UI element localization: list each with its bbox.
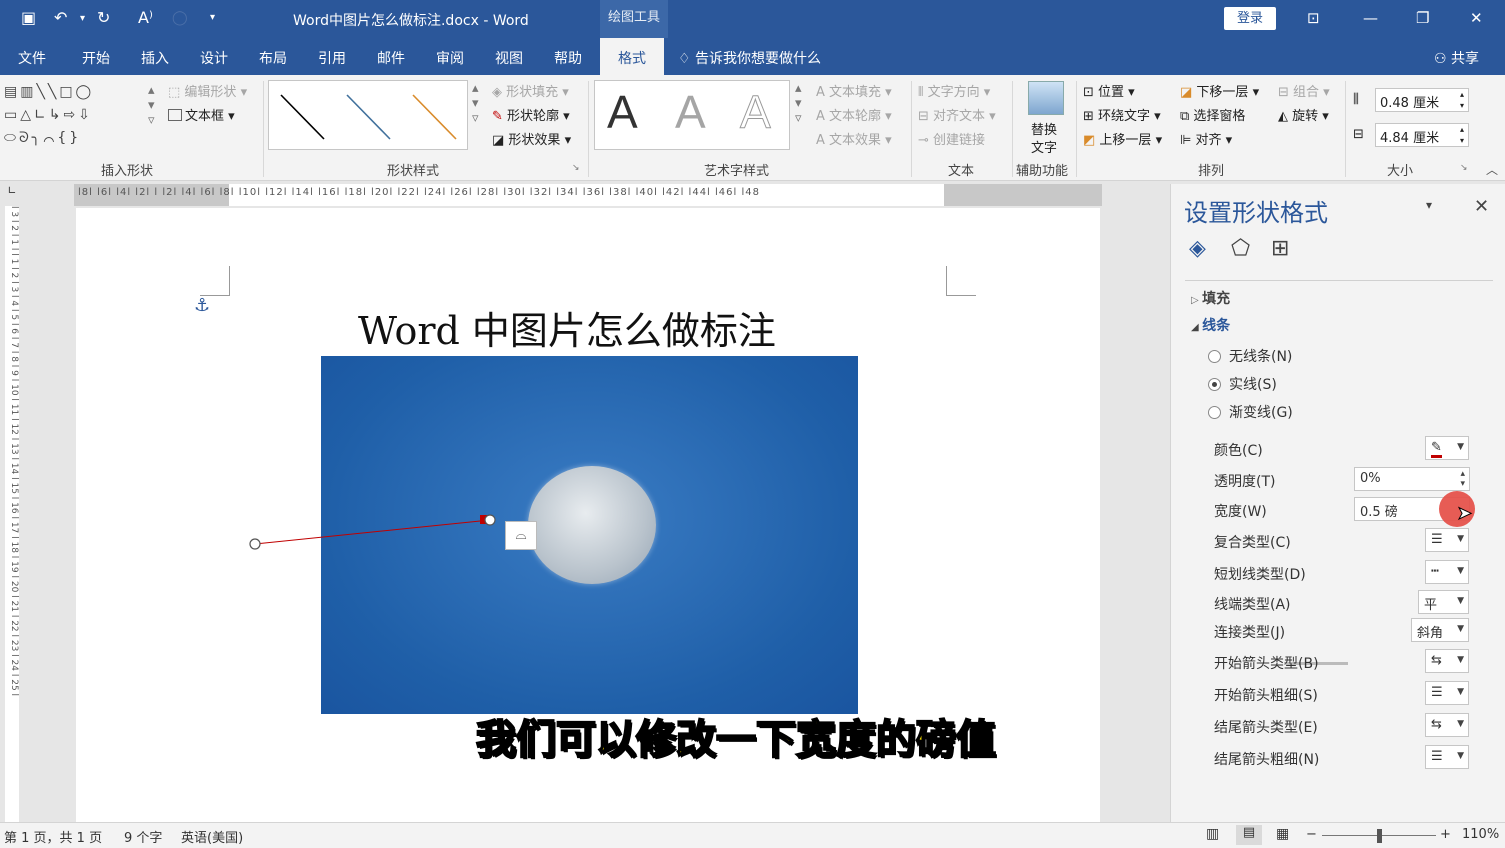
begin-arrow-size-label: 开始箭头粗细(S) bbox=[1214, 688, 1318, 704]
end-arrow-size-dropdown[interactable]: ☰ ▼ bbox=[1425, 745, 1469, 769]
expand-icon: ▷ bbox=[1191, 295, 1203, 306]
compound-lines-icon: ☰ bbox=[1431, 532, 1443, 547]
dropdown-icon: ▼ bbox=[1457, 624, 1464, 634]
dropdown-icon: ▼ bbox=[1457, 687, 1464, 697]
pane-divider bbox=[1185, 280, 1493, 281]
mouse-cursor-icon: ➤ bbox=[1456, 503, 1473, 525]
no-line-radio[interactable]: 无线条(N) bbox=[1208, 346, 1292, 366]
compound-type-dropdown[interactable]: ☰ ▼ bbox=[1425, 528, 1469, 552]
language[interactable]: 英语(美国) bbox=[181, 827, 243, 846]
arrow-size-icon: ☰ bbox=[1431, 685, 1443, 700]
transparency-input[interactable]: 0% ▴ ▾ bbox=[1354, 467, 1470, 491]
size-properties-icon[interactable]: ⊞ bbox=[1271, 236, 1289, 261]
dropdown-icon: ▼ bbox=[1457, 534, 1464, 544]
zoom-out-icon[interactable]: − bbox=[1306, 827, 1317, 842]
pane-title: 设置形状格式 bbox=[1184, 199, 1328, 227]
end-arrow-type-dropdown[interactable]: ⇆ ▼ bbox=[1425, 713, 1469, 737]
transparency-value: 0% bbox=[1360, 471, 1381, 486]
spinner-icon[interactable]: ▴ ▾ bbox=[1460, 469, 1465, 489]
gradient-line-radio[interactable]: 渐变线(G) bbox=[1208, 402, 1293, 422]
dash-type-dropdown[interactable]: ┅ ▼ bbox=[1425, 560, 1469, 584]
cap-type-value: 平 bbox=[1424, 598, 1438, 613]
radio-circle-selected bbox=[1208, 378, 1221, 391]
status-bar: 第 1 页，共 1 页 9 个字 英语(美国) ▥ ▤ ▦ − + 110% bbox=[0, 822, 1505, 848]
dropdown-icon: ▼ bbox=[1457, 751, 1464, 761]
solid-line-label: 实线(S) bbox=[1229, 377, 1277, 393]
zoom-in-icon[interactable]: + bbox=[1440, 827, 1451, 842]
dropdown-icon: ▼ bbox=[1457, 655, 1464, 665]
width-label: 宽度(W) bbox=[1214, 504, 1267, 520]
read-mode-icon[interactable]: ▥ bbox=[1206, 826, 1219, 842]
fill-section-header[interactable]: ▷ 填充 bbox=[1191, 288, 1230, 308]
join-type-dropdown[interactable]: 斜角 ▼ bbox=[1411, 618, 1469, 642]
join-type-label: 连接类型(J) bbox=[1214, 625, 1286, 641]
line-width-value: 0.5 磅 bbox=[1360, 505, 1398, 520]
color-label: 颜色(C) bbox=[1214, 443, 1263, 459]
cap-type-dropdown[interactable]: 平 ▼ bbox=[1418, 590, 1469, 614]
fill-line-icon[interactable]: ◈ bbox=[1189, 236, 1206, 261]
fill-section-label: 填充 bbox=[1202, 291, 1231, 307]
print-layout-icon[interactable]: ▤ bbox=[1236, 825, 1262, 845]
dropdown-icon: ▼ bbox=[1457, 442, 1464, 452]
dash-type-label: 短划线类型(D) bbox=[1214, 567, 1306, 583]
word-count[interactable]: 9 个字 bbox=[124, 827, 162, 846]
dropdown-icon: ▼ bbox=[1457, 596, 1464, 606]
end-arrow-size-label: 结尾箭头粗细(N) bbox=[1214, 752, 1320, 768]
dropdown-icon: ▼ bbox=[1457, 719, 1464, 729]
arrow-type-icon: ⇆ bbox=[1431, 717, 1442, 732]
begin-arrow-type-dropdown[interactable]: ⇆ ▼ bbox=[1425, 649, 1469, 673]
transparency-label: 透明度(T) bbox=[1214, 474, 1276, 490]
end-arrow-type-label: 结尾箭头类型(E) bbox=[1214, 720, 1318, 736]
arrow-size-icon: ☰ bbox=[1431, 749, 1443, 764]
video-caption: 我们可以修改一下宽度的磅值 bbox=[475, 716, 997, 764]
layout-options-icon[interactable]: ⌓ bbox=[505, 521, 537, 550]
line-section-label: 线条 bbox=[1202, 318, 1231, 334]
dash-lines-icon: ┅ bbox=[1431, 564, 1439, 579]
zoom-thumb[interactable] bbox=[1377, 829, 1382, 843]
page-count[interactable]: 第 1 页，共 1 页 bbox=[4, 827, 102, 846]
line-section-header[interactable]: ◢ 线条 bbox=[1191, 315, 1230, 335]
begin-arrow-type-label: 开始箭头类型(B) bbox=[1214, 656, 1319, 672]
web-layout-icon[interactable]: ▦ bbox=[1276, 826, 1289, 842]
arrow-type-icon: ⇆ bbox=[1431, 653, 1442, 668]
collapse-icon: ◢ bbox=[1191, 322, 1203, 333]
cap-type-label: 线端类型(A) bbox=[1214, 597, 1291, 613]
dropdown-icon: ▼ bbox=[1457, 566, 1464, 576]
begin-arrow-size-dropdown[interactable]: ☰ ▼ bbox=[1425, 681, 1469, 705]
compound-type-label: 复合类型(C) bbox=[1214, 535, 1291, 551]
gradient-line-label: 渐变线(G) bbox=[1229, 405, 1293, 421]
pen-color-icon: ✎ bbox=[1431, 440, 1442, 458]
zoom-level[interactable]: 110% bbox=[1462, 827, 1499, 842]
solid-line-radio[interactable]: 实线(S) bbox=[1208, 374, 1277, 394]
no-line-label: 无线条(N) bbox=[1229, 349, 1293, 365]
radio-circle bbox=[1208, 406, 1221, 419]
pane-close-icon[interactable]: ✕ bbox=[1474, 196, 1489, 217]
pane-options-icon[interactable]: ▾ bbox=[1426, 198, 1432, 212]
effects-pentagon-icon[interactable]: ⬠ bbox=[1231, 236, 1250, 261]
join-type-value: 斜角 bbox=[1417, 626, 1444, 641]
radio-circle bbox=[1208, 350, 1221, 363]
color-picker[interactable]: ✎ ▼ bbox=[1425, 436, 1469, 460]
